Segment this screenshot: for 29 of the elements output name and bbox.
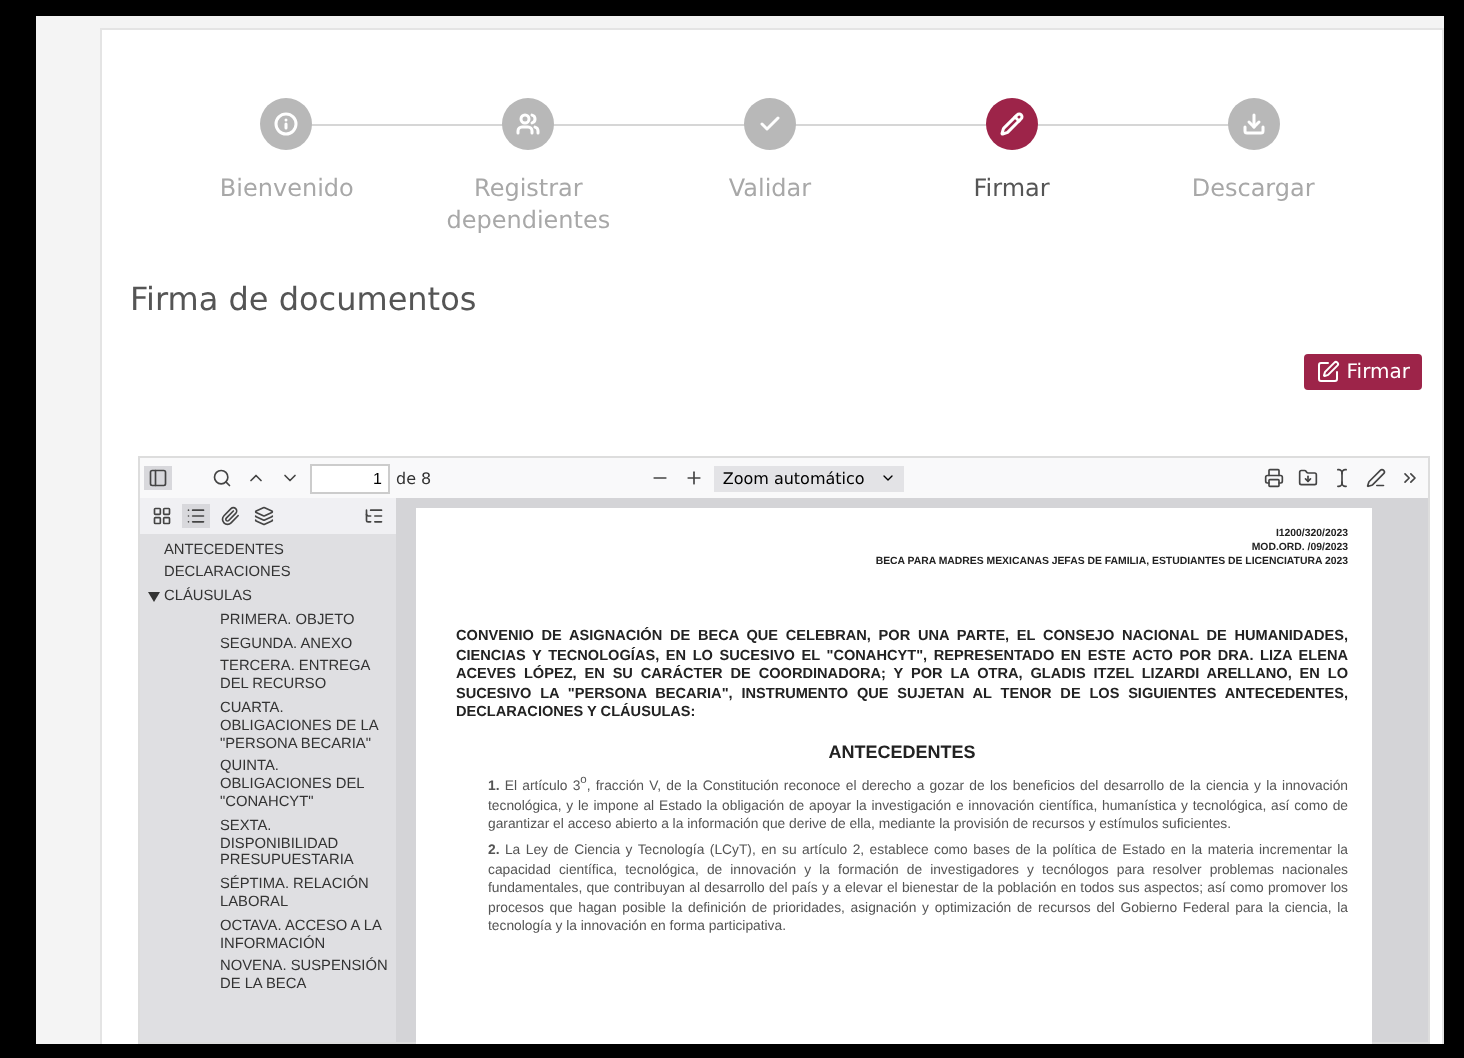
tree-icon[interactable]	[360, 504, 388, 528]
step-pencil-icon	[985, 98, 1038, 150]
step-people-icon	[502, 98, 555, 150]
step-label: Descargar	[1189, 172, 1317, 204]
caret-icon	[880, 470, 897, 486]
sign-button[interactable]: Firmar	[1304, 354, 1422, 390]
section-heading: ANTECEDENTES	[826, 741, 978, 762]
download-icon[interactable]	[1294, 466, 1323, 490]
pen-icon[interactable]	[1362, 466, 1391, 490]
thumbnails-icon[interactable]	[148, 504, 176, 528]
step-download-icon	[1227, 98, 1280, 150]
search-icon[interactable]	[208, 466, 236, 490]
step-label: Validar	[726, 172, 814, 204]
expand-triangle-icon[interactable]	[148, 590, 160, 603]
step-label: Bienvenido	[217, 172, 356, 204]
edit-icon	[1316, 360, 1341, 384]
step-label: Firmar	[971, 172, 1052, 204]
step-info-icon	[260, 98, 313, 150]
zoom-dropdown[interactable]: Zoom automático	[714, 465, 905, 491]
page-count: de 8	[396, 469, 432, 487]
outline-icon[interactable]	[182, 504, 210, 528]
step-check-icon	[743, 98, 796, 150]
step-label: Registrar dependientes	[444, 172, 613, 236]
print-icon[interactable]	[1260, 466, 1289, 490]
paperclip-icon[interactable]	[216, 504, 244, 528]
sidebar-toggle-icon[interactable]	[144, 466, 172, 490]
page-title: Firma de documentos	[130, 280, 479, 318]
layers-icon[interactable]	[250, 504, 278, 528]
page-number-field[interactable]: 1	[310, 463, 390, 493]
